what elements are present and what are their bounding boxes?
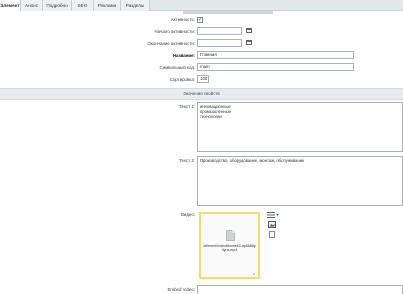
- text2-label: Текст 2:: [179, 158, 195, 163]
- tab-ads[interactable]: Реклама: [94, 0, 121, 11]
- video-remove-button[interactable]: x: [253, 271, 255, 276]
- embed-video-label: Embed Video:: [167, 287, 195, 292]
- video-file-name: /diferent/index8bumek3-ap6868y4ynx.mp4: [203, 244, 256, 253]
- form-top-strip: [183, 11, 273, 14]
- code-input[interactable]: main: [197, 63, 354, 71]
- active-to-input[interactable]: [197, 39, 242, 47]
- text1-label: Текст 1:: [179, 104, 195, 109]
- code-label: Символьный код:: [159, 65, 195, 70]
- video-label: Видео:: [180, 212, 195, 217]
- sort-input[interactable]: 100: [197, 75, 209, 83]
- activity-label: Активность:: [170, 17, 195, 22]
- active-to-label: Окончание активности:: [147, 41, 195, 46]
- document-icon[interactable]: [269, 231, 275, 238]
- tab-details[interactable]: Подробно: [43, 0, 72, 11]
- tab-announce[interactable]: Анонс: [21, 0, 43, 11]
- tab-seo[interactable]: SEO: [72, 0, 94, 11]
- calendar-icon[interactable]: [246, 40, 252, 45]
- image-icon[interactable]: [268, 221, 276, 228]
- video-file-preview[interactable]: /diferent/index8bumek3-ap6868y4ynx.mp4 x: [199, 212, 260, 279]
- name-input[interactable]: Главная: [197, 51, 354, 59]
- calendar-icon[interactable]: [246, 28, 252, 33]
- menu-icon[interactable]: [267, 212, 279, 218]
- file-icon: [226, 230, 235, 241]
- active-from-label: Начало активности:: [154, 29, 195, 34]
- tab-bar: Элемент Анонс Подробно SEO Реклама Разде…: [0, 0, 403, 11]
- text2-textarea[interactable]: Производство, оборудование, монтаж, обсл…: [197, 156, 403, 206]
- sort-label: Сортировка:: [169, 77, 195, 82]
- text1-textarea[interactable]: инновационные промышленные технологии: [197, 102, 403, 152]
- embed-video-textarea[interactable]: [197, 285, 403, 294]
- name-label: Название:: [172, 53, 195, 58]
- tab-sections[interactable]: Разделы: [121, 0, 150, 11]
- checkmark-icon: ✓: [198, 17, 203, 23]
- properties-section-header: Значения свойств: [0, 88, 403, 100]
- active-from-input[interactable]: [197, 27, 242, 35]
- tab-element[interactable]: Элемент: [0, 0, 21, 11]
- activity-checkbox[interactable]: ✓: [197, 17, 203, 23]
